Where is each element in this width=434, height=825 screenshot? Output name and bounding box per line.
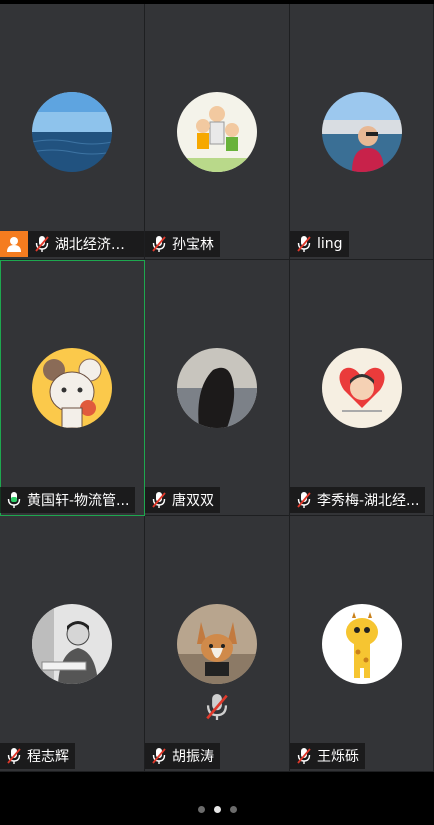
participant-name: 李秀梅-湖北经... <box>317 493 420 509</box>
page-dot[interactable] <box>197 806 205 813</box>
participant-tile-active[interactable]: 黄国轩-物流管... <box>0 260 145 516</box>
participant-namebar: 黄国轩-物流管... <box>0 487 136 513</box>
avatar <box>321 92 402 172</box>
avatar <box>32 348 112 428</box>
page-dot[interactable] <box>229 806 237 813</box>
participant-tile[interactable]: ling <box>290 4 434 260</box>
mic-muted-icon <box>296 747 312 765</box>
avatar <box>32 604 112 684</box>
sea-photo-image <box>32 92 112 172</box>
person-icon <box>6 237 21 252</box>
avatar <box>321 604 402 684</box>
participant-tile[interactable]: 孙宝林 <box>145 4 290 260</box>
page-indicator[interactable] <box>0 806 434 813</box>
mic-muted-icon <box>34 235 50 253</box>
cartoon-girl-image <box>321 348 402 428</box>
video-grid: 湖北经济学... 孙宝林 ling 黄国轩-物流管... 唐双双 李秀梅-湖北经… <box>0 4 434 772</box>
participant-tile[interactable]: 李秀梅-湖北经... <box>290 260 434 516</box>
participant-namebar: 程志辉 <box>0 743 75 769</box>
mic-muted-icon <box>151 491 167 509</box>
participant-name: 程志辉 <box>27 749 69 765</box>
participant-namebar: 湖北经济学... <box>0 231 144 257</box>
participant-namebar: 王烁砾 <box>290 743 365 769</box>
participant-namebar: 李秀梅-湖北经... <box>290 487 426 513</box>
mic-muted-icon <box>296 491 312 509</box>
participant-namebar: 孙宝林 <box>145 231 220 257</box>
mic-muted-icon <box>151 747 167 765</box>
cartoon-mouse-image <box>32 348 112 428</box>
page-dot-current[interactable] <box>213 806 221 813</box>
harbor-selfie-image <box>321 92 402 172</box>
avatar <box>177 92 257 172</box>
participant-tile[interactable]: 程志辉 <box>0 516 145 772</box>
participant-name: 孙宝林 <box>172 237 214 253</box>
participant-namebar: ling <box>290 231 349 257</box>
participant-name: 黄国轩-物流管... <box>27 493 130 509</box>
participant-namebar: 唐双双 <box>145 487 220 513</box>
participant-name: 胡振涛 <box>172 749 214 765</box>
participant-namebar: 胡振涛 <box>145 743 220 769</box>
participant-name: 湖北经济学... <box>54 237 138 253</box>
mic-muted-icon <box>151 235 167 253</box>
avatar <box>32 92 112 172</box>
reading-man-image <box>32 604 112 684</box>
cartoon-family-image <box>177 92 257 172</box>
participant-tile[interactable]: 唐双双 <box>145 260 290 516</box>
participant-tile[interactable]: 胡振涛 <box>145 516 290 772</box>
participant-name: 王烁砾 <box>317 749 359 765</box>
participant-name: 唐双双 <box>172 493 214 509</box>
bottom-bar <box>0 772 434 825</box>
mic-muted-icon <box>296 235 312 253</box>
avatar <box>321 348 402 428</box>
participant-tile[interactable]: 湖北经济学... <box>0 4 145 260</box>
participant-name: ling <box>317 236 343 252</box>
participant-tile[interactable]: 王烁砾 <box>290 516 434 772</box>
avatar <box>177 604 257 684</box>
avatar <box>177 348 257 428</box>
cartoon-giraffe-image <box>321 604 402 684</box>
corgi-dog-image <box>177 604 257 684</box>
mic-muted-icon <box>6 747 22 765</box>
silhouette-portrait-image <box>177 348 257 428</box>
mic-muted-icon <box>204 692 230 722</box>
host-badge <box>0 231 28 257</box>
mic-active-icon <box>6 491 22 509</box>
